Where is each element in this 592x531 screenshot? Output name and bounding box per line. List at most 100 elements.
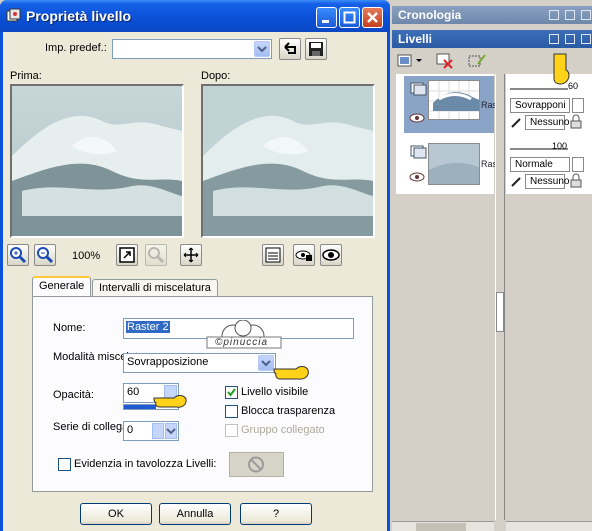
undo-arrow-icon — [284, 42, 296, 54]
visibility-eye-icon[interactable] — [408, 112, 426, 124]
visible-checkbox[interactable] — [225, 386, 238, 399]
scrollbar-thumb[interactable] — [416, 523, 466, 531]
new-layer-dropdown[interactable] — [396, 52, 426, 70]
layers-horizontal-scrollbar[interactable] — [392, 521, 494, 531]
save-preset-button[interactable] — [305, 38, 327, 60]
palette-splitter[interactable] — [495, 74, 505, 520]
dialog-title: Proprietà livello — [26, 8, 132, 24]
reset-preset-button[interactable] — [279, 38, 301, 60]
layer-properties-dialog: Proprietà livello Imp. predef.: Prima: D… — [0, 0, 390, 531]
group-link-checkbox[interactable] — [225, 424, 238, 437]
watermark-text: ©pinuccia — [215, 337, 269, 348]
no-color-icon — [248, 456, 264, 473]
chevron-down-icon — [257, 46, 267, 53]
link-set-dropdown[interactable] — [165, 423, 177, 439]
visible-label: Livello visibile — [241, 386, 309, 398]
group-link-label: Gruppo collegato — [241, 424, 325, 436]
zoom-level: 100% — [72, 250, 101, 262]
layer-group-select[interactable]: Nessuno — [525, 174, 569, 189]
brush-icon — [511, 118, 521, 128]
highlight-checkbox[interactable] — [58, 458, 71, 471]
auto-proof-button[interactable] — [293, 244, 315, 266]
fit-window-icon — [119, 247, 135, 263]
layer-opacity-slider[interactable]: 100 — [510, 140, 586, 156]
delete-layer-button[interactable] — [435, 52, 455, 70]
preset-dropdown-button[interactable] — [254, 41, 270, 57]
close-icon[interactable] — [581, 10, 591, 20]
eye-lock-icon — [295, 250, 312, 261]
before-label: Prima: — [10, 70, 42, 82]
props-horizontal-scrollbar[interactable] — [506, 521, 592, 531]
help-button[interactable]: ? — [240, 503, 312, 525]
magnifier-disabled-icon — [148, 247, 165, 264]
layers-title: Livelli — [398, 32, 433, 46]
name-label: Nome: — [53, 322, 86, 334]
edit-selection-button[interactable] — [467, 52, 487, 70]
link-set-value: 0 — [127, 424, 134, 436]
pin-icon[interactable] — [549, 34, 559, 44]
opacity-value: 60 — [127, 386, 140, 398]
zoom-out-button[interactable] — [34, 244, 56, 266]
layer-row[interactable]: Rast — [404, 76, 500, 133]
layers-palette-title[interactable]: Livelli — [392, 30, 592, 48]
highlight-label: Evidenzia in tavolozza Livelli: — [74, 458, 217, 470]
close-icon[interactable] — [581, 34, 591, 44]
after-preview[interactable] — [201, 84, 375, 238]
maximize-icon — [343, 11, 356, 24]
layer-thumbnail — [428, 80, 480, 120]
layer-blend-arrow[interactable] — [572, 98, 584, 113]
pan-button[interactable] — [180, 244, 202, 266]
proof-button[interactable] — [320, 244, 342, 266]
restore-icon[interactable] — [565, 10, 575, 20]
zoom-in-button[interactable] — [7, 244, 29, 266]
lock-transparency-checkbox[interactable] — [225, 405, 238, 418]
history-palette-title[interactable]: Cronologia — [392, 6, 592, 24]
layer-group-select[interactable]: Nessuno — [525, 115, 569, 130]
zoom-to-fit-button[interactable] — [116, 244, 138, 266]
zoom-out-icon — [37, 247, 54, 264]
preset-select[interactable] — [112, 39, 272, 59]
splitter-handle[interactable] — [496, 292, 504, 332]
chevron-down-icon — [166, 428, 176, 435]
title-bar[interactable]: Proprietà livello — [0, 0, 390, 32]
toggle-panel-button[interactable] — [262, 244, 284, 266]
name-value: Raster 2 — [126, 321, 170, 333]
visibility-eye-icon[interactable] — [408, 171, 426, 183]
zoom-in-icon — [10, 247, 27, 264]
lock-transparency-label: Blocca trasparenza — [241, 405, 336, 417]
brush-icon — [511, 177, 521, 187]
cancel-button[interactable]: Annulla — [159, 503, 231, 525]
ok-button[interactable]: OK — [80, 503, 152, 525]
lock-icon[interactable] — [568, 173, 584, 189]
maximize-button[interactable] — [339, 7, 360, 28]
pin-icon[interactable] — [549, 10, 559, 20]
wave-preview-image — [203, 86, 373, 236]
blend-mode-value: Sovrapposizione — [127, 356, 209, 368]
layers-app-icon — [6, 8, 21, 22]
layer-row[interactable]: Ras — [404, 139, 497, 191]
layer-blend-select[interactable]: Sovrapponi — [510, 98, 570, 113]
tab-general[interactable]: Generale — [32, 276, 92, 298]
chevron-down-icon — [261, 360, 271, 367]
wave-preview-image — [12, 86, 182, 236]
close-button[interactable] — [362, 7, 383, 28]
opacity-label: Opacità: — [53, 389, 94, 401]
layer-type-icon — [410, 145, 427, 159]
after-label: Dopo: — [201, 70, 231, 82]
layer-blend-select[interactable]: Normale — [510, 157, 570, 172]
blend-mode-select[interactable]: Sovrapposizione — [123, 353, 276, 373]
link-set-spinner[interactable] — [152, 423, 164, 439]
minimize-button[interactable] — [316, 7, 337, 28]
zoom-actual-button[interactable] — [145, 244, 167, 266]
delete-layer-icon — [436, 53, 453, 69]
lock-icon[interactable] — [568, 114, 584, 130]
history-title: Cronologia — [398, 8, 462, 22]
highlight-color-button[interactable] — [229, 452, 284, 477]
pointing-hand-icon — [273, 366, 309, 380]
layer-thumbnail — [428, 143, 480, 185]
link-set-input[interactable]: 0 — [123, 421, 179, 441]
before-preview[interactable] — [10, 84, 184, 238]
minimize-icon[interactable] — [565, 34, 575, 44]
minimize-icon — [322, 20, 329, 23]
layer-blend-arrow[interactable] — [572, 157, 584, 172]
